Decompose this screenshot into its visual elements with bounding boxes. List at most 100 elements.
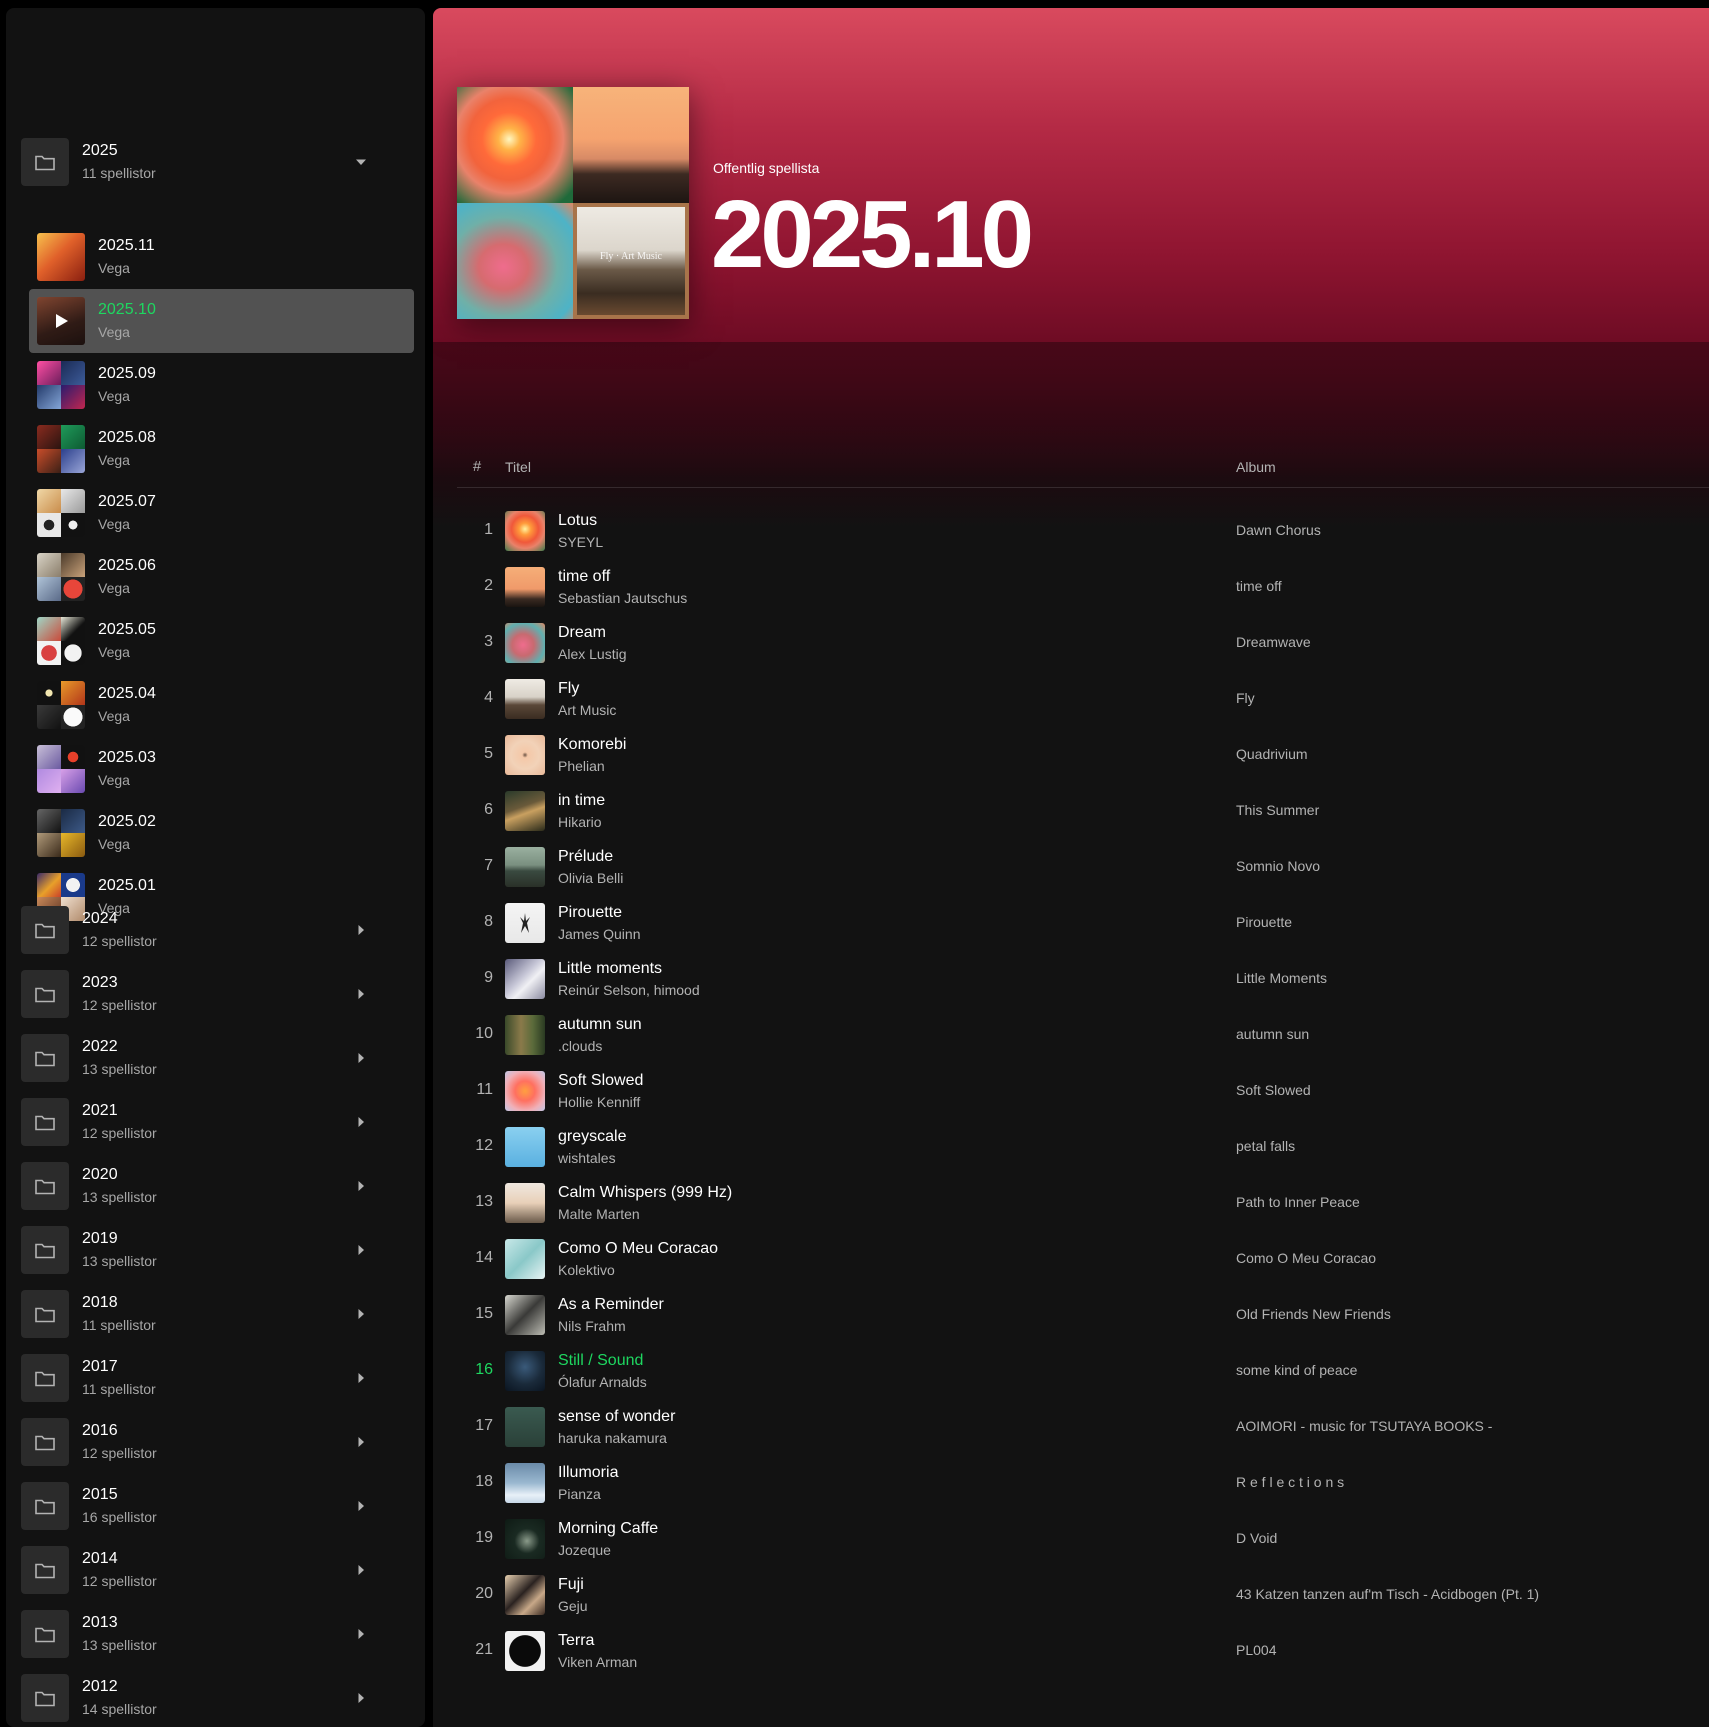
chevron-right-icon[interactable]: [355, 1244, 367, 1256]
track-row[interactable]: 10 autumn sun .clouds autumn sun: [457, 1007, 1709, 1063]
column-album[interactable]: Album: [1236, 459, 1276, 475]
sidebar-folder-item[interactable]: 2021 12 spellistor: [21, 1090, 411, 1154]
track-title[interactable]: Morning Caffe: [558, 1520, 658, 1538]
track-artist[interactable]: wishtales: [558, 1150, 616, 1166]
chevron-right-icon[interactable]: [355, 1628, 367, 1640]
track-row[interactable]: 4 Fly Art Music Fly: [457, 671, 1709, 727]
sidebar-folder-item[interactable]: 2019 13 spellistor: [21, 1218, 411, 1282]
track-title[interactable]: Prélude: [558, 848, 613, 866]
track-row[interactable]: 12 greyscale wishtales petal falls: [457, 1119, 1709, 1175]
sidebar-folder-item[interactable]: 2024 12 spellistor: [21, 898, 411, 962]
sidebar-folder-item[interactable]: 2013 13 spellistor: [21, 1602, 411, 1666]
sidebar-playlist-item[interactable]: 2025.09 Vega: [29, 353, 414, 417]
track-title[interactable]: Dream: [558, 624, 606, 642]
chevron-right-icon[interactable]: [355, 1052, 367, 1064]
track-album[interactable]: Soft Slowed: [1236, 1082, 1311, 1098]
chevron-right-icon[interactable]: [355, 988, 367, 1000]
sidebar-playlist-item[interactable]: 2025.10 Vega: [29, 289, 414, 353]
track-row[interactable]: 6 in time Hikario This Summer: [457, 783, 1709, 839]
track-title[interactable]: greyscale: [558, 1128, 626, 1146]
track-title[interactable]: Soft Slowed: [558, 1072, 643, 1090]
track-row[interactable]: 11 Soft Slowed Hollie Kenniff Soft Slowed: [457, 1063, 1709, 1119]
folder-2025[interactable]: 2025 11 spellistor: [21, 130, 411, 194]
track-album[interactable]: Como O Meu Coracao: [1236, 1250, 1376, 1266]
chevron-right-icon[interactable]: [355, 1180, 367, 1192]
track-artist[interactable]: Pianza: [558, 1486, 601, 1502]
track-album[interactable]: 43 Katzen tanzen auf'm Tisch - Acidbogen…: [1236, 1586, 1539, 1602]
sidebar-playlist-item[interactable]: 2025.11 Vega: [29, 225, 414, 289]
chevron-right-icon[interactable]: [355, 1116, 367, 1128]
track-artist[interactable]: Kolektivo: [558, 1262, 615, 1278]
chevron-down-icon[interactable]: [355, 156, 367, 168]
sidebar-folder-item[interactable]: 2015 16 spellistor: [21, 1474, 411, 1538]
track-title[interactable]: Pirouette: [558, 904, 622, 922]
track-artist[interactable]: Alex Lustig: [558, 646, 626, 662]
track-album[interactable]: Fly: [1236, 690, 1255, 706]
track-title[interactable]: Terra: [558, 1632, 594, 1650]
track-title[interactable]: Illumoria: [558, 1464, 618, 1482]
sidebar-folder-item[interactable]: 2022 13 spellistor: [21, 1026, 411, 1090]
track-title[interactable]: Como O Meu Coracao: [558, 1240, 718, 1258]
track-artist[interactable]: Reinúr Selson, himood: [558, 982, 700, 998]
track-album[interactable]: Little Moments: [1236, 970, 1327, 986]
chevron-right-icon[interactable]: [355, 1308, 367, 1320]
chevron-right-icon[interactable]: [355, 1564, 367, 1576]
chevron-right-icon[interactable]: [355, 924, 367, 936]
track-row[interactable]: 7 Prélude Olivia Belli Somnio Novo: [457, 839, 1709, 895]
track-row[interactable]: 21 Terra Viken Arman PL004: [457, 1623, 1709, 1679]
track-album[interactable]: time off: [1236, 578, 1282, 594]
track-row[interactable]: 8 Pirouette James Quinn Pirouette: [457, 895, 1709, 951]
chevron-right-icon[interactable]: [355, 1436, 367, 1448]
sidebar-folder-item[interactable]: 2023 12 spellistor: [21, 962, 411, 1026]
play-icon[interactable]: [37, 297, 85, 345]
track-album[interactable]: Quadrivium: [1236, 746, 1308, 762]
track-row[interactable]: 14 Como O Meu Coracao Kolektivo Como O Meu …: [457, 1231, 1709, 1287]
track-title[interactable]: time off: [558, 568, 610, 586]
track-title[interactable]: Lotus: [558, 512, 597, 530]
track-album[interactable]: AOIMORI - music for TSUTAYA BOOKS -: [1236, 1418, 1492, 1434]
track-album[interactable]: This Summer: [1236, 802, 1319, 818]
track-title[interactable]: autumn sun: [558, 1016, 642, 1034]
track-artist[interactable]: Olivia Belli: [558, 870, 623, 886]
track-title[interactable]: Fuji: [558, 1576, 584, 1594]
track-row[interactable]: 19 Morning Caffe Jozeque D Void: [457, 1511, 1709, 1567]
track-title[interactable]: Little moments: [558, 960, 662, 978]
sidebar-folder-item[interactable]: 2017 11 spellistor: [21, 1346, 411, 1410]
track-artist[interactable]: Nils Frahm: [558, 1318, 626, 1334]
track-album[interactable]: autumn sun: [1236, 1026, 1309, 1042]
track-album[interactable]: Old Friends New Friends: [1236, 1306, 1391, 1322]
track-row[interactable]: 13 Calm Whispers (999 Hz) Malte Marten Path…: [457, 1175, 1709, 1231]
track-album[interactable]: R e f l e c t i o n s: [1236, 1474, 1344, 1490]
track-row[interactable]: 15 As a Reminder Nils Frahm Old Friends New…: [457, 1287, 1709, 1343]
track-artist[interactable]: Ólafur Arnalds: [558, 1374, 647, 1390]
sidebar-folder-item[interactable]: 2016 12 spellistor: [21, 1410, 411, 1474]
track-album[interactable]: petal falls: [1236, 1138, 1295, 1154]
sidebar-playlist-item[interactable]: 2025.02 Vega: [29, 801, 414, 865]
track-album[interactable]: D Void: [1236, 1530, 1277, 1546]
track-row[interactable]: 3 Dream Alex Lustig Dreamwave: [457, 615, 1709, 671]
chevron-right-icon[interactable]: [355, 1372, 367, 1384]
track-artist[interactable]: haruka nakamura: [558, 1430, 667, 1446]
sidebar-playlist-item[interactable]: 2025.04 Vega: [29, 673, 414, 737]
track-album[interactable]: Pirouette: [1236, 914, 1292, 930]
track-album[interactable]: Dawn Chorus: [1236, 522, 1321, 538]
track-artist[interactable]: Geju: [558, 1598, 588, 1614]
sidebar-playlist-item[interactable]: 2025.03 Vega: [29, 737, 414, 801]
track-artist[interactable]: James Quinn: [558, 926, 640, 942]
sidebar-folder-item[interactable]: 2020 13 spellistor: [21, 1154, 411, 1218]
playlist-cover[interactable]: Fly · Art Music: [457, 87, 689, 319]
track-album[interactable]: some kind of peace: [1236, 1362, 1357, 1378]
track-row[interactable]: 1 Lotus SYEYL Dawn Chorus: [457, 503, 1709, 559]
track-title[interactable]: Calm Whispers (999 Hz): [558, 1184, 732, 1202]
track-artist[interactable]: Malte Marten: [558, 1206, 640, 1222]
track-artist[interactable]: Jozeque: [558, 1542, 611, 1558]
track-row[interactable]: 2 time off Sebastian Jautschus time off: [457, 559, 1709, 615]
track-album[interactable]: PL004: [1236, 1642, 1276, 1658]
chevron-right-icon[interactable]: [355, 1692, 367, 1704]
track-artist[interactable]: .clouds: [558, 1038, 602, 1054]
track-title[interactable]: in time: [558, 792, 605, 810]
track-artist[interactable]: SYEYL: [558, 534, 603, 550]
track-artist[interactable]: Hollie Kenniff: [558, 1094, 640, 1110]
track-album[interactable]: Dreamwave: [1236, 634, 1311, 650]
track-row[interactable]: 17 sense of wonder haruka nakamura AOIMORI …: [457, 1399, 1709, 1455]
